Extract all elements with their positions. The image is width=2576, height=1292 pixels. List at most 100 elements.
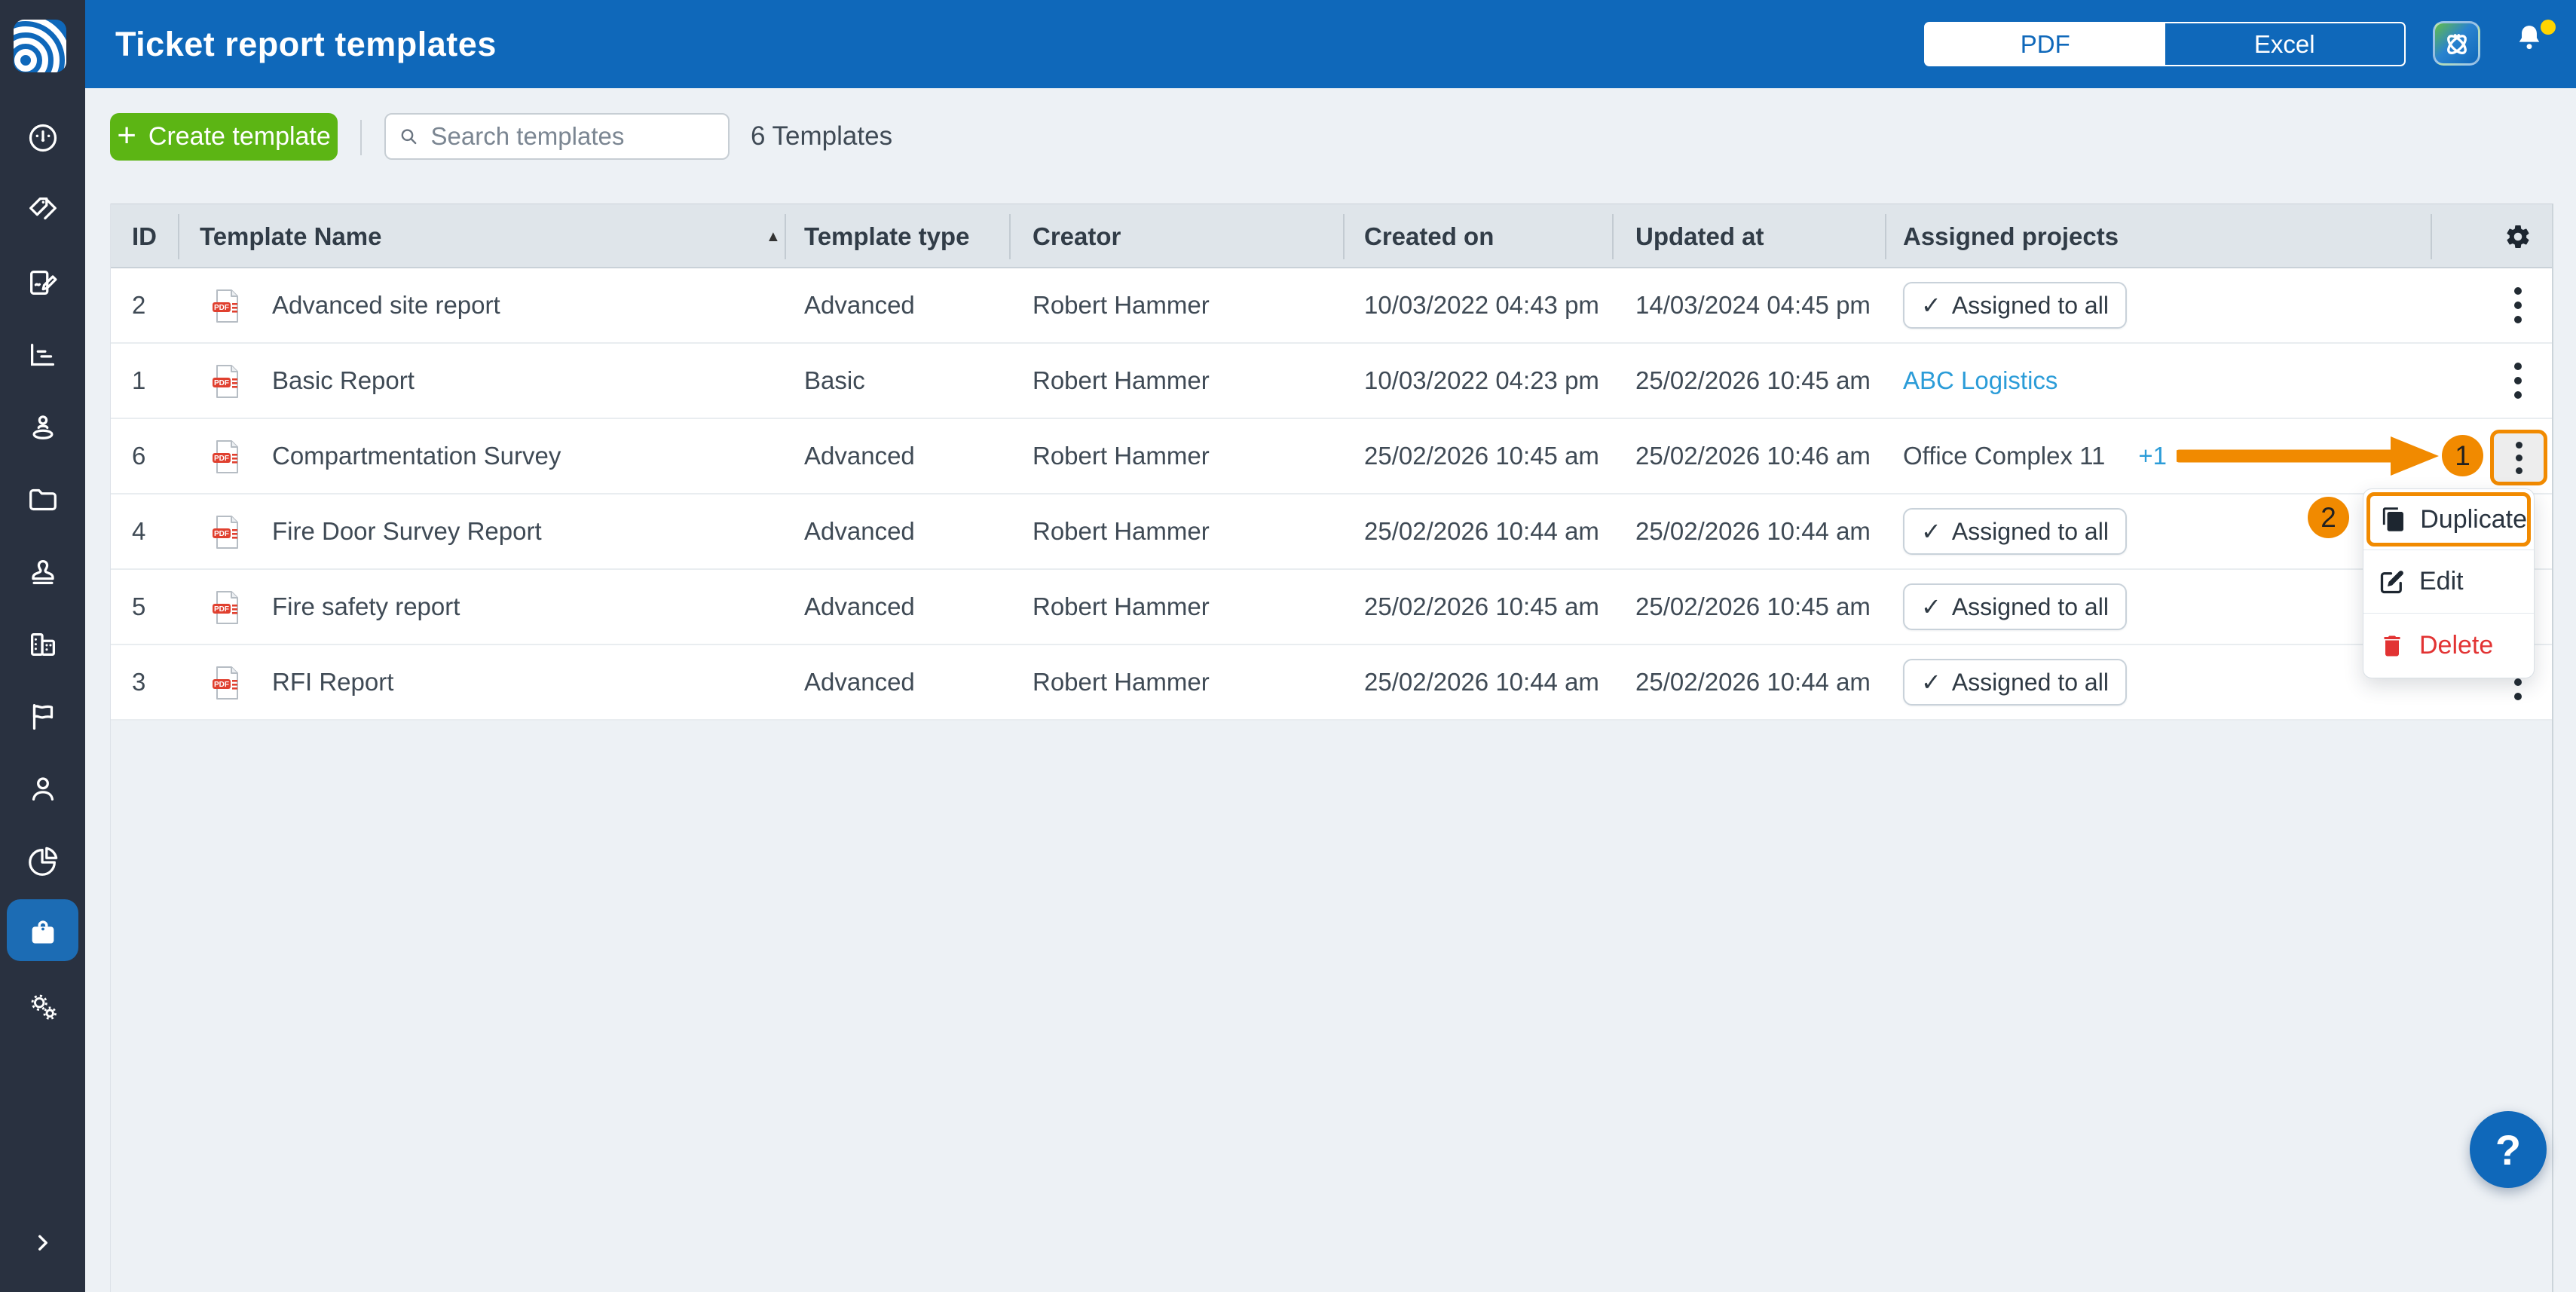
cell-created-on: 25/02/2026 10:45 am bbox=[1364, 419, 1599, 493]
stamp-icon bbox=[26, 555, 60, 589]
annotation-step-1: 1 bbox=[2442, 435, 2483, 476]
cell-created-on: 25/02/2026 10:44 am bbox=[1364, 645, 1599, 719]
column-divider bbox=[178, 214, 179, 259]
cell-template-name[interactable]: Fire safety report bbox=[272, 570, 460, 644]
check-icon: ✓ bbox=[1921, 645, 1941, 719]
svg-text:PDF: PDF bbox=[214, 379, 229, 387]
trash-icon bbox=[2379, 632, 2406, 660]
cell-created-on: 25/02/2026 10:45 am bbox=[1364, 570, 1599, 644]
menu-item-edit[interactable]: Edit bbox=[2363, 550, 2534, 613]
sidebar-item-dashboard[interactable] bbox=[0, 102, 85, 174]
menu-item-delete[interactable]: Delete bbox=[2363, 613, 2534, 678]
sidebar-item-tags[interactable] bbox=[0, 174, 85, 246]
create-template-label: Create template bbox=[148, 122, 331, 152]
sidebar-item-analytics[interactable] bbox=[0, 825, 85, 898]
page-title: Ticket report templates bbox=[115, 0, 497, 88]
cell-updated-at: 25/02/2026 10:44 am bbox=[1635, 494, 1871, 568]
annotation-step-2: 2 bbox=[2308, 497, 2349, 538]
sidebar-item-templates[interactable] bbox=[0, 898, 85, 970]
col-header-created[interactable]: Created on bbox=[1364, 204, 1494, 269]
create-template-button[interactable]: + Create template bbox=[110, 113, 338, 161]
assigned-to-all-button[interactable]: ✓Assigned to all bbox=[1903, 583, 2127, 630]
col-header-assigned[interactable]: Assigned projects bbox=[1903, 204, 2119, 269]
cell-creator: Robert Hammer bbox=[1033, 645, 1210, 719]
column-divider bbox=[2431, 214, 2432, 259]
help-button[interactable]: ? bbox=[2470, 1111, 2547, 1188]
column-divider bbox=[1009, 214, 1011, 259]
sidebar-item-approvals[interactable] bbox=[0, 536, 85, 608]
assigned-project-link[interactable]: ABC Logistics bbox=[1903, 344, 2057, 418]
table-row[interactable]: 4 PDF Fire Door Survey Report Advanced R… bbox=[111, 494, 2552, 570]
cell-template-name[interactable]: Advanced site report bbox=[272, 268, 500, 342]
cell-updated-at: 25/02/2026 10:45 am bbox=[1635, 570, 1871, 644]
svg-text:PDF: PDF bbox=[214, 681, 229, 689]
row-actions-kebab-button[interactable] bbox=[2509, 268, 2527, 342]
sidebar-item-site[interactable] bbox=[0, 391, 85, 464]
toggle-pdf-button[interactable]: PDF bbox=[1926, 23, 2165, 65]
col-header-type[interactable]: Template type bbox=[804, 204, 969, 269]
table-settings-button[interactable] bbox=[2504, 223, 2532, 250]
assigned-to-all-button[interactable]: ✓Assigned to all bbox=[1903, 282, 2127, 329]
menu-item-duplicate[interactable]: Duplicate bbox=[2366, 492, 2531, 546]
buildings-icon bbox=[26, 627, 60, 662]
apps-logo-icon bbox=[2441, 28, 2473, 60]
flag-icon bbox=[26, 700, 60, 734]
sort-asc-icon[interactable]: ▲ bbox=[766, 204, 781, 269]
cell-template-type: Advanced bbox=[804, 645, 915, 719]
toggle-excel-button[interactable]: Excel bbox=[2165, 23, 2405, 65]
cell-template-name[interactable]: Basic Report bbox=[272, 344, 415, 418]
form-edit-icon bbox=[26, 265, 60, 300]
tags-icon bbox=[26, 193, 60, 228]
app-switcher-button[interactable] bbox=[2433, 21, 2480, 66]
app-logo-icon[interactable] bbox=[14, 20, 66, 72]
pdf-file-icon: PDF bbox=[212, 289, 240, 323]
plus-icon: + bbox=[117, 119, 136, 152]
user-icon bbox=[26, 772, 60, 807]
cell-template-type: Basic bbox=[804, 344, 865, 418]
col-header-updated[interactable]: Updated at bbox=[1635, 204, 1764, 269]
table-row[interactable]: 1 PDF Basic Report Basic Robert Hammer 1… bbox=[111, 344, 2552, 419]
cell-template-name[interactable]: Compartmentation Survey bbox=[272, 419, 561, 493]
cell-id: 1 bbox=[132, 344, 145, 418]
cell-creator: Robert Hammer bbox=[1033, 570, 1210, 644]
assigned-to-all-button[interactable]: ✓Assigned to all bbox=[1903, 659, 2127, 706]
col-header-id[interactable]: ID bbox=[132, 204, 157, 269]
sidebar-item-flags[interactable] bbox=[0, 681, 85, 753]
highlighted-kebab-button[interactable] bbox=[2490, 430, 2547, 485]
sidebar-item-company[interactable] bbox=[0, 608, 85, 681]
cell-template-name[interactable]: RFI Report bbox=[272, 645, 393, 719]
col-header-name[interactable]: Template Name bbox=[200, 204, 381, 269]
sidebar-item-settings[interactable] bbox=[0, 970, 85, 1042]
table-row[interactable]: 3 PDF RFI Report Advanced Robert Hammer … bbox=[111, 645, 2552, 721]
cell-template-name[interactable]: Fire Door Survey Report bbox=[272, 494, 542, 568]
table-row[interactable]: 2 PDF Advanced site report Advanced Robe… bbox=[111, 268, 2552, 344]
col-header-creator[interactable]: Creator bbox=[1033, 204, 1121, 269]
pdf-file-icon: PDF bbox=[212, 439, 240, 474]
templates-table: ID Template Name ▲ Template type Creator… bbox=[110, 204, 2553, 1292]
pdf-file-icon: PDF bbox=[212, 590, 240, 625]
search-box[interactable] bbox=[384, 113, 730, 160]
cell-created-on: 25/02/2026 10:44 am bbox=[1364, 494, 1599, 568]
cell-created-on: 10/03/2022 04:43 pm bbox=[1364, 268, 1599, 342]
sidebar-item-documents[interactable] bbox=[0, 464, 85, 536]
search-input[interactable] bbox=[430, 121, 716, 152]
clipboard-icon bbox=[26, 917, 60, 951]
cell-id: 4 bbox=[132, 494, 145, 568]
sidebar-collapse-toggle[interactable] bbox=[0, 1206, 85, 1278]
sidebar-item-reports[interactable] bbox=[0, 319, 85, 391]
table-row[interactable]: 5 PDF Fire safety report Advanced Robert… bbox=[111, 570, 2552, 645]
assigned-to-all-button[interactable]: ✓Assigned to all bbox=[1903, 508, 2127, 555]
row-actions-kebab-button[interactable] bbox=[2509, 344, 2527, 418]
svg-text:PDF: PDF bbox=[214, 455, 229, 463]
notifications-button[interactable] bbox=[2512, 20, 2557, 69]
notification-dot bbox=[2541, 20, 2556, 35]
more-projects-link[interactable]: +1 bbox=[2138, 419, 2167, 493]
cell-template-type: Advanced bbox=[804, 494, 915, 568]
toolbar-divider bbox=[360, 120, 362, 155]
dashboard-gauge-icon bbox=[26, 121, 60, 155]
row-actions-menu: Duplicate Edit Delete bbox=[2363, 488, 2535, 678]
table-header-row: ID Template Name ▲ Template type Creator… bbox=[111, 204, 2552, 268]
edit-icon bbox=[2379, 568, 2406, 595]
sidebar-item-forms[interactable] bbox=[0, 246, 85, 319]
sidebar-item-users[interactable] bbox=[0, 753, 85, 825]
